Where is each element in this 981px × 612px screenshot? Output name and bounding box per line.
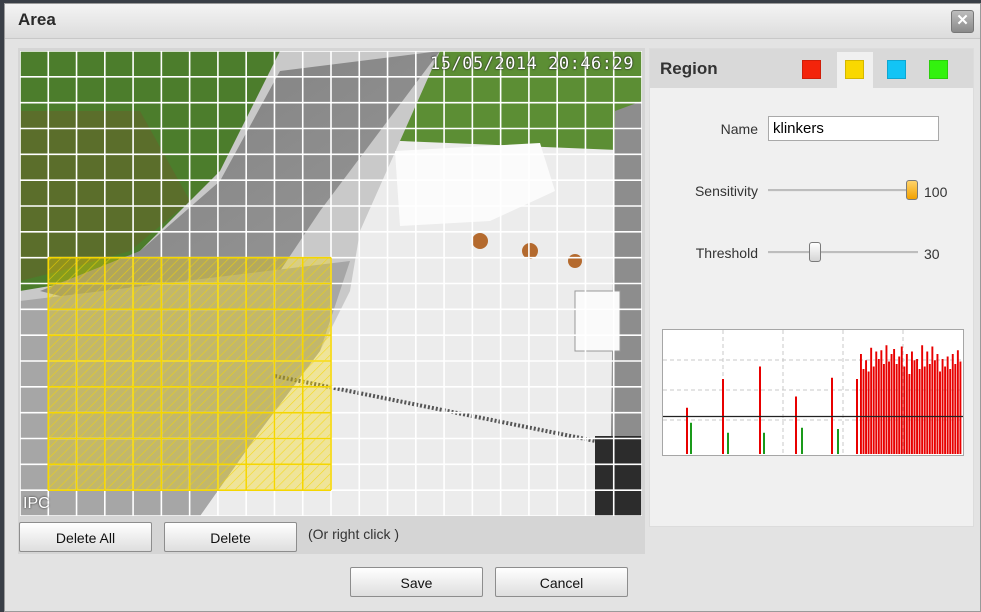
graph-red-bar bbox=[913, 360, 916, 454]
right-click-hint: (Or right click ) bbox=[308, 526, 399, 542]
threshold-label: Threshold bbox=[695, 245, 758, 261]
graph-red-bar bbox=[951, 354, 954, 454]
graph-red-bar bbox=[862, 369, 865, 454]
color-swatch-green[interactable] bbox=[929, 60, 948, 79]
graph-red-bar bbox=[939, 371, 941, 454]
threshold-handle[interactable] bbox=[809, 242, 822, 262]
dark-chair bbox=[595, 436, 642, 516]
graph-green-spike bbox=[763, 432, 765, 454]
threshold-track[interactable] bbox=[768, 251, 918, 254]
timestamp-overlay: 15/05/2014 20:46:29 bbox=[430, 54, 634, 74]
graph-red-bar bbox=[877, 359, 880, 454]
delete-all-button[interactable]: Delete All bbox=[19, 522, 152, 552]
dialog-title: Area bbox=[18, 10, 56, 29]
graph-red-spike bbox=[686, 407, 688, 454]
region-color-tab-yellow[interactable] bbox=[837, 52, 873, 88]
color-swatch-red[interactable] bbox=[802, 60, 821, 79]
camera-image[interactable] bbox=[20, 51, 642, 516]
camera-label: IPC bbox=[23, 495, 50, 512]
graph-red-spike bbox=[795, 396, 797, 454]
graph-red-bar bbox=[890, 354, 893, 454]
graph-red-bar bbox=[865, 360, 868, 454]
graph-red-bar bbox=[916, 359, 919, 454]
graph-red-bar bbox=[860, 354, 862, 454]
area-dialog: Area ✕ 15/05/2014 20:46:29 IPC Delete Al… bbox=[4, 3, 981, 612]
graph-red-bar bbox=[880, 350, 883, 454]
graph-green-spike bbox=[690, 422, 692, 454]
graph-red-bar bbox=[895, 364, 898, 454]
graph-red-bar bbox=[872, 366, 875, 454]
sensitivity-handle[interactable] bbox=[906, 180, 918, 200]
name-input[interactable] bbox=[768, 116, 939, 141]
motion-graph-plot bbox=[663, 330, 963, 455]
save-button[interactable]: Save bbox=[350, 567, 483, 597]
graph-red-bar bbox=[911, 351, 913, 454]
graph-red-bar bbox=[882, 364, 885, 454]
graph-red-bar bbox=[949, 369, 952, 454]
graph-red-bar bbox=[936, 354, 939, 454]
delete-button[interactable]: Delete bbox=[164, 522, 297, 552]
graph-red-bar bbox=[944, 366, 947, 454]
graph-red-bar bbox=[921, 345, 924, 454]
region-title: Region bbox=[660, 59, 718, 78]
graph-red-bar bbox=[893, 349, 896, 454]
region-color-tab-blue[interactable] bbox=[879, 52, 915, 88]
color-swatch-yellow[interactable] bbox=[845, 60, 864, 79]
flower-pot bbox=[472, 233, 488, 249]
motion-graph bbox=[662, 329, 964, 456]
name-label: Name bbox=[720, 121, 758, 137]
cancel-button[interactable]: Cancel bbox=[495, 567, 628, 597]
flower-pot bbox=[568, 254, 582, 268]
dialog-titlebar: Area ✕ bbox=[5, 4, 980, 39]
graph-red-bar bbox=[918, 369, 921, 454]
graph-red-spike bbox=[759, 366, 761, 454]
graph-red-bar bbox=[900, 346, 903, 454]
graph-red-bar bbox=[954, 364, 957, 454]
graph-red-bar bbox=[933, 360, 936, 454]
graph-red-bar bbox=[956, 350, 959, 454]
graph-red-bar bbox=[946, 356, 949, 454]
graph-red-bar bbox=[959, 361, 962, 454]
graph-green-spike bbox=[801, 427, 803, 454]
sensitivity-label: Sensitivity bbox=[694, 183, 758, 199]
graph-red-bar bbox=[926, 351, 929, 454]
graph-red-bar bbox=[923, 366, 926, 454]
graph-red-spike bbox=[831, 377, 833, 454]
region-color-tab-red[interactable] bbox=[794, 52, 830, 88]
threshold-slider[interactable] bbox=[768, 242, 918, 262]
color-swatch-blue[interactable] bbox=[887, 60, 906, 79]
region-panel: Region Name Sensitivity 100 Threshold 30 bbox=[649, 48, 974, 527]
camera-view[interactable]: 15/05/2014 20:46:29 IPC bbox=[20, 51, 642, 516]
flower-pot bbox=[522, 243, 538, 259]
graph-red-bar bbox=[888, 361, 890, 454]
graph-red-bar bbox=[885, 345, 888, 454]
graph-red-bar bbox=[870, 347, 873, 454]
graph-red-bar bbox=[905, 354, 908, 454]
graph-green-spike bbox=[837, 429, 839, 454]
graph-green-spike bbox=[727, 432, 729, 454]
graph-red-bar bbox=[941, 359, 944, 454]
region-color-tab-green[interactable] bbox=[921, 52, 957, 88]
graph-red-bar bbox=[903, 366, 906, 454]
video-panel: 15/05/2014 20:46:29 IPC Delete All Delet… bbox=[18, 48, 645, 554]
graph-red-bar bbox=[908, 374, 911, 454]
graph-red-bar bbox=[931, 346, 934, 454]
region-header: Region bbox=[650, 49, 973, 88]
sensitivity-track[interactable] bbox=[768, 189, 918, 192]
graph-red-bar bbox=[898, 356, 901, 454]
threshold-value: 30 bbox=[924, 246, 940, 262]
graph-red-bar bbox=[875, 351, 878, 454]
graph-red-bar bbox=[928, 364, 931, 454]
graph-red-bar bbox=[867, 371, 870, 454]
sensitivity-slider[interactable] bbox=[768, 180, 918, 200]
sensitivity-value: 100 bbox=[924, 184, 948, 200]
close-icon[interactable]: ✕ bbox=[951, 10, 974, 33]
